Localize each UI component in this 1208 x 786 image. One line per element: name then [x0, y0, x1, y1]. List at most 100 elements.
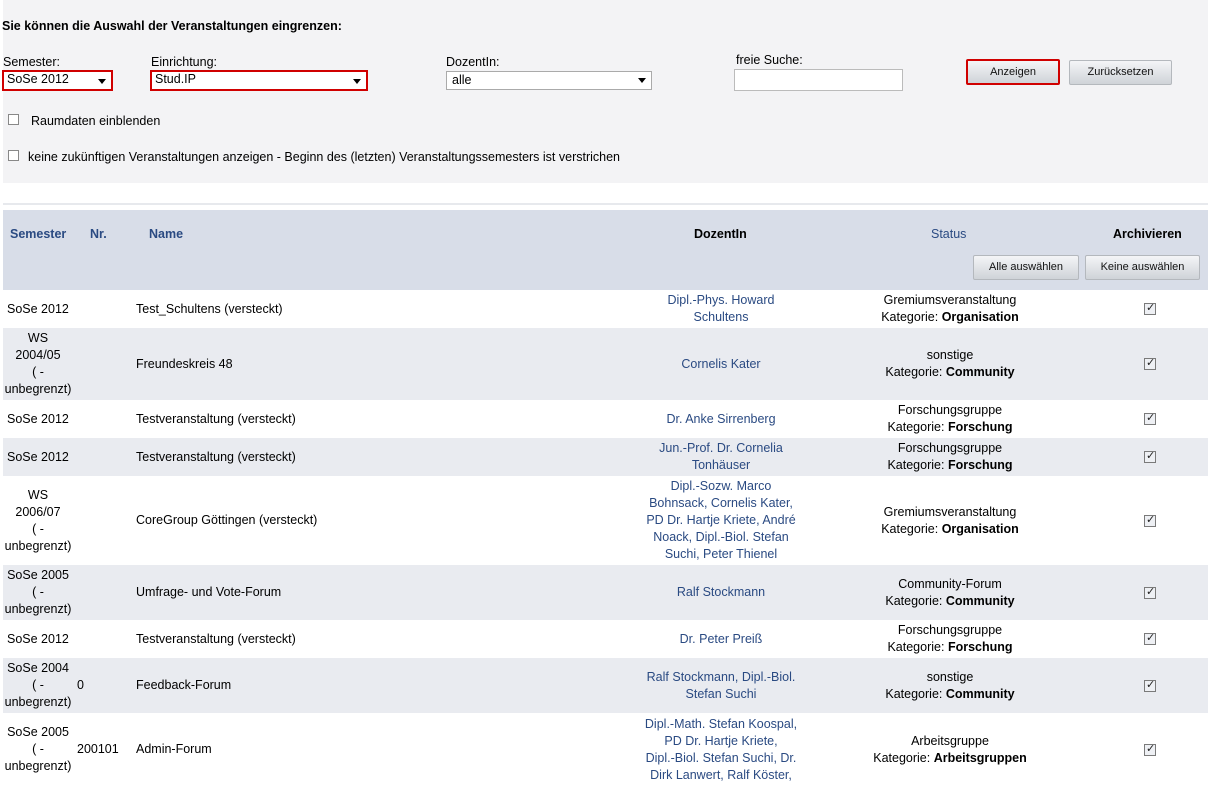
dozent-link[interactable]: Suchi, Peter Thienel: [621, 546, 821, 563]
dozent-link[interactable]: Dr. Anke Sirrenberg: [621, 411, 821, 428]
chevron-down-icon: [98, 79, 106, 84]
semester-cell: WS 2004/05 ( - unbegrenzt): [3, 330, 73, 398]
archive-checkbox[interactable]: [1144, 513, 1156, 527]
semester-line: WS: [27, 487, 49, 502]
course-name[interactable]: Admin-Forum: [136, 741, 212, 758]
header-nr[interactable]: Nr.: [90, 227, 107, 241]
category-value: Community: [945, 365, 1015, 379]
status-cell: Forschungsgruppe Kategorie: Forschung: [850, 402, 1050, 436]
course-name[interactable]: Testveranstaltung (versteckt): [136, 411, 296, 428]
status-cell: Community-Forum Kategorie: Community: [850, 576, 1050, 610]
status-cell: Gremiumsveranstaltung Kategorie: Organisa…: [850, 504, 1050, 538]
semester-line: ( -: [32, 585, 44, 599]
future-courses-checkbox[interactable]: [8, 150, 19, 161]
course-name[interactable]: Test_Schultens (versteckt): [136, 301, 283, 318]
semester-line: unbegrenzt): [4, 759, 72, 773]
dozent-link[interactable]: PD Dr. Hartje Kriete,: [621, 733, 821, 750]
course-name[interactable]: CoreGroup Göttingen (versteckt): [136, 512, 317, 529]
dozent-link[interactable]: Schultens: [621, 309, 821, 326]
category-value: Community: [945, 593, 1015, 608]
reset-button[interactable]: Zurücksetzen: [1069, 60, 1172, 85]
divider: [3, 203, 1208, 205]
dozent-link[interactable]: Dipl.-Math. Stefan Koospal,: [621, 716, 821, 733]
category-value: Forschung: [947, 420, 1013, 434]
archive-checkbox[interactable]: [1144, 449, 1156, 463]
einrichtung-select[interactable]: Stud.IP: [150, 70, 368, 91]
table-row: SoSe 2012 Testveranstaltung (versteckt) Dr…: [3, 400, 1208, 438]
einrichtung-label: Einrichtung:: [151, 55, 218, 69]
dozent-link[interactable]: Dipl.-Biol. Stefan Suchi, Dr.: [621, 750, 821, 767]
select-all-button[interactable]: Alle auswählen: [973, 255, 1079, 280]
dozent-link[interactable]: Dirk Lanwert, Ralf Köster,: [621, 767, 821, 784]
course-name[interactable]: Testveranstaltung (versteckt): [136, 631, 296, 648]
course-name[interactable]: Testveranstaltung (versteckt): [136, 449, 296, 466]
semester-line: WS: [27, 331, 49, 345]
search-input[interactable]: [734, 69, 903, 91]
category-label: Kategorie:: [885, 686, 946, 701]
semester-cell: WS 2006/07 ( - unbegrenzt): [3, 487, 73, 555]
dozent-cell: Dipl.-Sozw. Marco Bohnsack, Cornelis Kate…: [621, 478, 821, 563]
dozent-cell: Dr. Anke Sirrenberg: [621, 411, 821, 428]
semester-select[interactable]: SoSe 2012: [2, 70, 113, 91]
room-data-checkbox[interactable]: [8, 114, 19, 125]
status-cell: Gremiumsveranstaltung Kategorie: Organisa…: [850, 292, 1050, 326]
dozent-cell: Cornelis Kater: [621, 356, 821, 373]
status-cell: Forschungsgruppe Kategorie: Forschung: [850, 440, 1050, 474]
dozent-link[interactable]: Cornelis Kater: [621, 356, 821, 373]
category-label: Kategorie:: [887, 458, 948, 472]
course-name[interactable]: Umfrage- und Vote-Forum: [136, 584, 281, 601]
semester-line: ( -: [32, 521, 44, 536]
status-type: Forschungsgruppe: [897, 441, 1003, 455]
dozent-cell: Dr. Peter Preiß: [621, 631, 821, 648]
semester-cell: SoSe 2004 ( - unbegrenzt): [3, 660, 73, 711]
dozent-link[interactable]: Tonhäuser: [621, 457, 821, 474]
header-status[interactable]: Status: [931, 227, 966, 241]
category-value: Forschung: [947, 458, 1013, 472]
dozent-link[interactable]: Jun.-Prof. Dr. Cornelia: [621, 440, 821, 457]
chevron-down-icon: [353, 79, 361, 84]
archive-checkbox[interactable]: [1144, 411, 1156, 425]
chevron-down-icon: [638, 78, 646, 83]
room-data-label: Raumdaten einblenden: [31, 114, 161, 128]
status-category: Kategorie: Community: [850, 364, 1050, 381]
status-category: Kategorie: Forschung: [850, 457, 1050, 474]
select-none-button[interactable]: Keine auswählen: [1085, 255, 1200, 280]
dozent-link[interactable]: Noack, Dipl.-Biol. Stefan: [621, 529, 821, 546]
category-label: Kategorie:: [881, 521, 942, 536]
show-button[interactable]: Anzeigen: [966, 59, 1060, 85]
archive-checkbox[interactable]: [1144, 742, 1156, 756]
table-row: SoSe 2005 ( - unbegrenzt) Umfrage- und Vote…: [3, 565, 1208, 620]
header-name[interactable]: Name: [149, 227, 183, 241]
dozent-select[interactable]: alle: [446, 71, 652, 90]
category-label: Kategorie:: [885, 593, 946, 608]
archive-checkbox[interactable]: [1144, 678, 1156, 692]
dozent-link[interactable]: Stefan Suchi: [621, 686, 821, 703]
future-courses-label: keine zukünftigen Veranstaltungen anzeig…: [28, 150, 621, 164]
semester-line: SoSe 2012: [7, 631, 69, 646]
header-archive: Archivieren: [1113, 227, 1182, 241]
semester-label: Semester:: [3, 55, 60, 69]
dozent-link[interactable]: Dipl.-Phys. Howard: [621, 292, 821, 309]
dozent-link[interactable]: Dr. Peter Preiß: [621, 631, 821, 648]
course-name[interactable]: Freundeskreis 48: [136, 356, 233, 373]
archive-checkbox[interactable]: [1144, 631, 1156, 645]
archive-checkbox[interactable]: [1144, 356, 1156, 370]
archive-checkbox[interactable]: [1144, 585, 1156, 599]
semester-select-value: SoSe 2012: [7, 72, 69, 86]
status-category: Kategorie: Community: [850, 686, 1050, 703]
category-label: Kategorie:: [887, 640, 948, 654]
nr-cell: 0: [77, 678, 84, 692]
status-type: Gremiumsveranstaltung: [883, 293, 1017, 307]
dozent-link[interactable]: Dipl.-Sozw. Marco: [621, 478, 821, 495]
dozent-link[interactable]: PD Dr. Hartje Kriete, André: [621, 512, 821, 529]
status-type: Forschungsgruppe: [897, 403, 1003, 417]
dozent-link[interactable]: Bohnsack, Cornelis Kater,: [621, 495, 821, 512]
semester-cell: SoSe 2012: [7, 449, 87, 466]
dozent-link[interactable]: Ralf Stockmann, Dipl.-Biol.: [621, 669, 821, 686]
course-name[interactable]: Feedback-Forum: [136, 677, 231, 694]
dozent-link[interactable]: Ralf Stockmann: [621, 584, 821, 601]
category-label: Kategorie:: [887, 420, 948, 434]
header-semester[interactable]: Semester: [10, 227, 66, 241]
semester-line: unbegrenzt): [4, 538, 72, 553]
archive-checkbox[interactable]: [1144, 301, 1156, 315]
